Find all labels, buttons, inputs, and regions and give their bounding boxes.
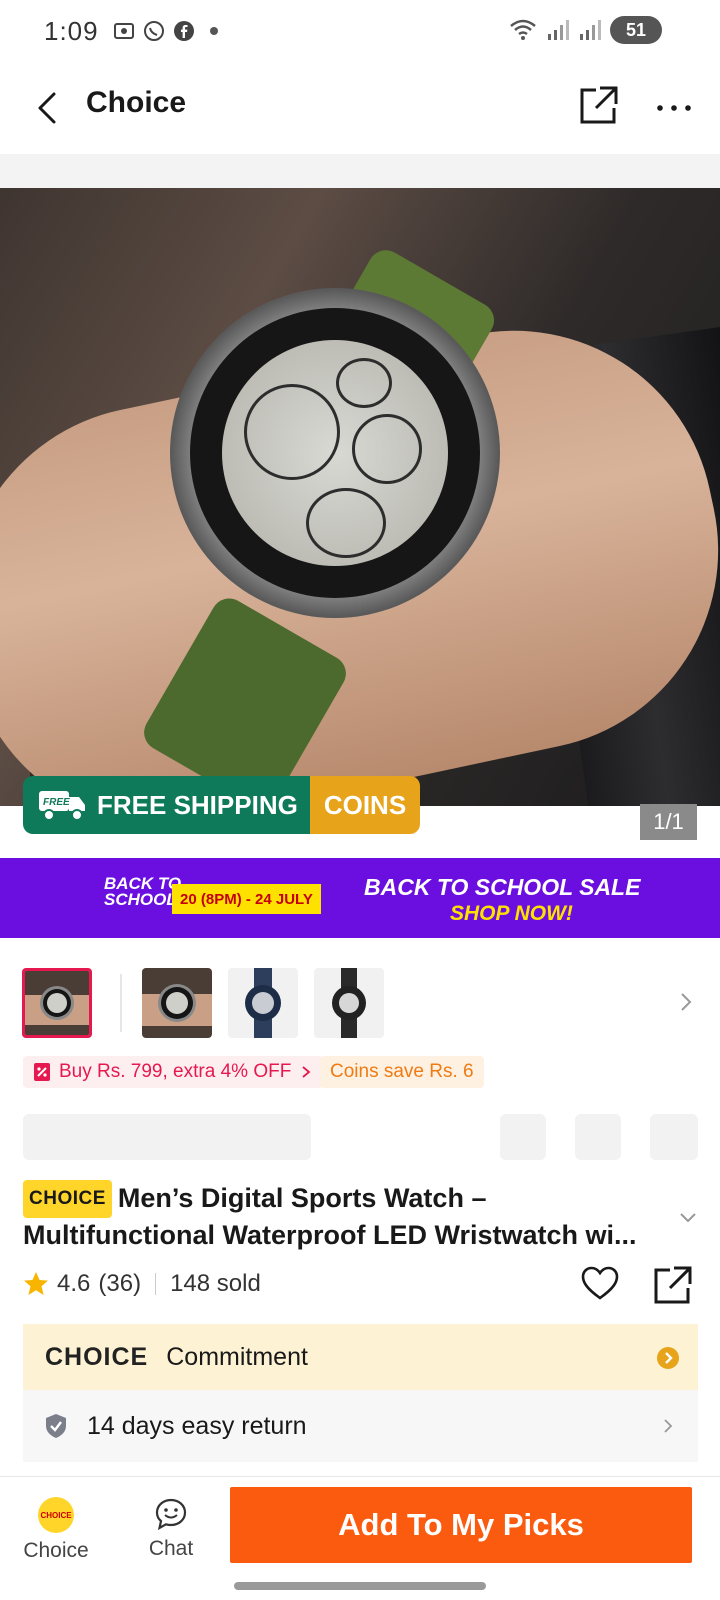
chevron-right-circle-icon: [657, 1347, 679, 1369]
home-indicator[interactable]: [234, 1582, 486, 1590]
sale-dates: 20 (8PM) - 24 JULY: [172, 884, 321, 914]
free-shipping-label: FREE SHIPPING: [97, 789, 298, 820]
shield-check-icon: [46, 1414, 66, 1438]
chevron-right-icon: [302, 1066, 311, 1078]
thumbnail-strip: [22, 966, 712, 1040]
easy-return-row[interactable]: 14 days easy return: [23, 1390, 698, 1462]
header-gap: [0, 154, 720, 188]
product-image[interactable]: [0, 188, 720, 806]
bts-logo-line2: SCHOOL: [104, 890, 177, 909]
watch-subdial: [352, 414, 422, 484]
sale-title: BACK TO SCHOOL SALE: [364, 874, 641, 900]
loading-placeholder: [650, 1114, 698, 1160]
chevron-left-icon[interactable]: [30, 88, 66, 128]
chevron-right-icon: [664, 1419, 673, 1433]
battery-icon: 51: [610, 16, 662, 44]
free-shipping-coins-badge: FREE FREE SHIPPING COINS: [23, 776, 421, 834]
coins-coupon-label: Coins save Rs. 6: [330, 1061, 474, 1082]
loading-placeholder: [575, 1114, 621, 1160]
share-icon[interactable]: [578, 84, 620, 126]
share-icon[interactable]: [652, 1264, 694, 1306]
status-time: 1:09: [44, 15, 99, 46]
signal-icon: [548, 20, 569, 40]
thumbnail-divider: [120, 974, 122, 1032]
sale-banner[interactable]: BACK TO SCHOOL 20 (8PM) - 24 JULY BACK T…: [0, 858, 720, 938]
image-counter: 1/1: [640, 804, 697, 840]
add-to-my-picks-button[interactable]: Add To My Picks: [230, 1487, 692, 1563]
chevron-right-icon[interactable]: [672, 988, 700, 1016]
choice-commitment[interactable]: CHOICE Commitment: [23, 1324, 698, 1390]
coins-coupon[interactable]: Coins save Rs. 6: [320, 1056, 484, 1088]
choice-nav-label: Choice: [23, 1539, 89, 1562]
star-icon: [24, 1272, 48, 1295]
thumbnail-image: [142, 968, 212, 1038]
thumbnail-image: [228, 968, 298, 1038]
choice-icon: CHOICE: [38, 1497, 74, 1533]
thumbnail[interactable]: [314, 968, 384, 1038]
page-title: Choice: [86, 86, 187, 119]
signal-icon: [580, 20, 601, 40]
thumbnail-selected[interactable]: [22, 968, 92, 1038]
rating-row[interactable]: 4.6 (36) 148 sold: [23, 1270, 261, 1298]
choice-nav-button[interactable]: CHOICE Choice: [20, 1497, 92, 1563]
watch-subdial: [244, 384, 340, 480]
watch-subdial: [336, 358, 392, 408]
easy-return-label: 14 days easy return: [87, 1411, 307, 1440]
sold-count: 148 sold: [170, 1270, 261, 1297]
chevron-down-icon[interactable]: [677, 1206, 699, 1228]
thumbnail-image: [25, 971, 89, 1035]
coupon-icon: [34, 1063, 50, 1081]
dot-icon: [209, 27, 218, 35]
choice-badge: CHOICE: [23, 1180, 112, 1218]
choice-logo: CHOICE: [45, 1342, 149, 1371]
chat-nav-button[interactable]: Chat: [136, 1497, 206, 1561]
status-right: 51: [508, 16, 662, 44]
loading-placeholder: [500, 1114, 546, 1160]
free-shipping-badge: FREE FREE SHIPPING: [23, 776, 310, 834]
status-icons-left: [113, 20, 225, 42]
watch-subdial: [306, 488, 386, 558]
battery-level: 51: [625, 19, 647, 40]
rating-divider: [155, 1273, 157, 1295]
loading-placeholder: [23, 1114, 311, 1160]
shop-now-link[interactable]: SHOP NOW!: [450, 902, 573, 926]
commitment-label: Commitment: [166, 1342, 308, 1371]
product-title-text: Men’s Digital Sports Watch – Multifuncti…: [23, 1183, 637, 1250]
thumbnail[interactable]: [142, 968, 212, 1038]
thumbnail[interactable]: [228, 968, 298, 1038]
back-to-school-logo: BACK TO SCHOOL: [104, 875, 181, 909]
chat-icon: [155, 1498, 187, 1531]
coins-label: COINS: [323, 789, 407, 820]
product-title: CHOICE Men’s Digital Sports Watch – Multi…: [23, 1180, 683, 1252]
screenshot-icon: [113, 23, 134, 39]
thumbnail-image: [314, 968, 384, 1038]
chat-nav-label: Chat: [148, 1537, 194, 1560]
app-header: Choice: [0, 62, 720, 154]
rating-value: 4.6: [57, 1270, 91, 1297]
review-count: (36): [98, 1270, 142, 1297]
discount-coupon-label: Buy Rs. 799, extra 4% OFF: [59, 1061, 292, 1082]
truck-icon: FREE: [39, 791, 85, 821]
wifi-icon: [510, 19, 536, 40]
status-bar: 1:09 51: [0, 0, 720, 62]
more-dots-icon[interactable]: [654, 88, 694, 128]
discount-coupon[interactable]: Buy Rs. 799, extra 4% OFF: [23, 1056, 324, 1088]
facebook-icon: [173, 21, 194, 41]
free-badge-text: FREE: [43, 797, 70, 808]
coins-badge: COINS: [309, 776, 421, 834]
whatsapp-icon: [143, 21, 164, 41]
heart-icon[interactable]: [580, 1264, 620, 1304]
